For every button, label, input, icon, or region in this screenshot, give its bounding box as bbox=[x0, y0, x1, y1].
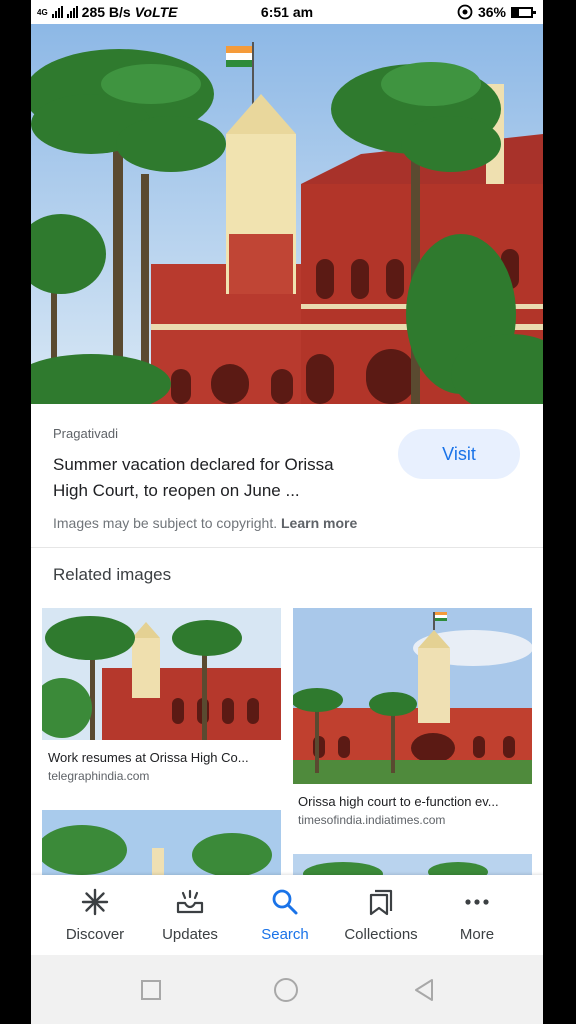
nav-updates[interactable]: Updates bbox=[142, 875, 238, 955]
nav-label-collections: Collections bbox=[344, 926, 418, 943]
battery-icon bbox=[511, 6, 536, 18]
result-title[interactable]: Summer vacation declared for Orissa High… bbox=[53, 452, 373, 504]
nav-label-updates: Updates bbox=[162, 926, 218, 943]
status-bar: 4G 285 B/s VoLTE 6:51 am 36% bbox=[31, 0, 543, 24]
visit-button[interactable]: Visit bbox=[398, 429, 520, 479]
nav-label-search: Search bbox=[261, 926, 309, 943]
result-title-line1: Summer vacation declared for Orissa bbox=[53, 455, 334, 474]
nav-label-more: More bbox=[459, 926, 495, 943]
battery-percent: 36% bbox=[477, 4, 506, 20]
copyright-notice: Images may be subject to copyright. Lear… bbox=[53, 515, 357, 531]
search-icon bbox=[272, 889, 298, 915]
data-saver-icon bbox=[457, 4, 473, 20]
result-info-card: Pragativadi Summer vacation declared for… bbox=[31, 404, 543, 548]
recents-square-icon[interactable] bbox=[134, 973, 168, 1007]
nav-collections[interactable]: Collections bbox=[333, 875, 429, 955]
back-triangle-icon[interactable] bbox=[407, 973, 441, 1007]
hero-image[interactable] bbox=[31, 24, 543, 404]
result-title-line2: High Court, to reopen on June ... bbox=[53, 481, 300, 500]
nav-label-discover: Discover bbox=[65, 926, 125, 943]
nav-more[interactable]: More bbox=[429, 875, 525, 955]
bottom-navigation: Discover Updates Search Collections More bbox=[31, 875, 543, 955]
related-images-heading: Related images bbox=[53, 565, 172, 584]
related-caption-1[interactable]: Work resumes at Orissa High Co... bbox=[48, 750, 278, 765]
collections-icon bbox=[369, 889, 393, 916]
learn-more-link[interactable]: Learn more bbox=[281, 515, 357, 531]
source-name: Pragativadi bbox=[53, 426, 119, 441]
related-image-3[interactable] bbox=[42, 810, 281, 880]
inbox-notification-icon bbox=[176, 889, 204, 914]
nav-discover[interactable]: Discover bbox=[47, 875, 143, 955]
copyright-text: Images may be subject to copyright. bbox=[53, 515, 278, 531]
home-circle-icon[interactable] bbox=[269, 973, 303, 1007]
status-right: 36% bbox=[457, 4, 536, 20]
related-image-2[interactable] bbox=[293, 608, 532, 784]
system-navigation-bar bbox=[31, 955, 543, 1024]
nav-search[interactable]: Search bbox=[237, 875, 333, 955]
related-image-1[interactable] bbox=[42, 608, 281, 740]
related-domain-2: timesofindia.indiatimes.com bbox=[298, 813, 446, 827]
related-domain-1: telegraphindia.com bbox=[48, 769, 150, 783]
asterisk-icon bbox=[81, 888, 109, 916]
related-caption-2[interactable]: Orissa high court to e-function ev... bbox=[298, 794, 530, 809]
screen: 4G 285 B/s VoLTE 6:51 am 36% Pragativadi… bbox=[31, 0, 543, 1024]
more-dots-icon bbox=[465, 899, 489, 905]
